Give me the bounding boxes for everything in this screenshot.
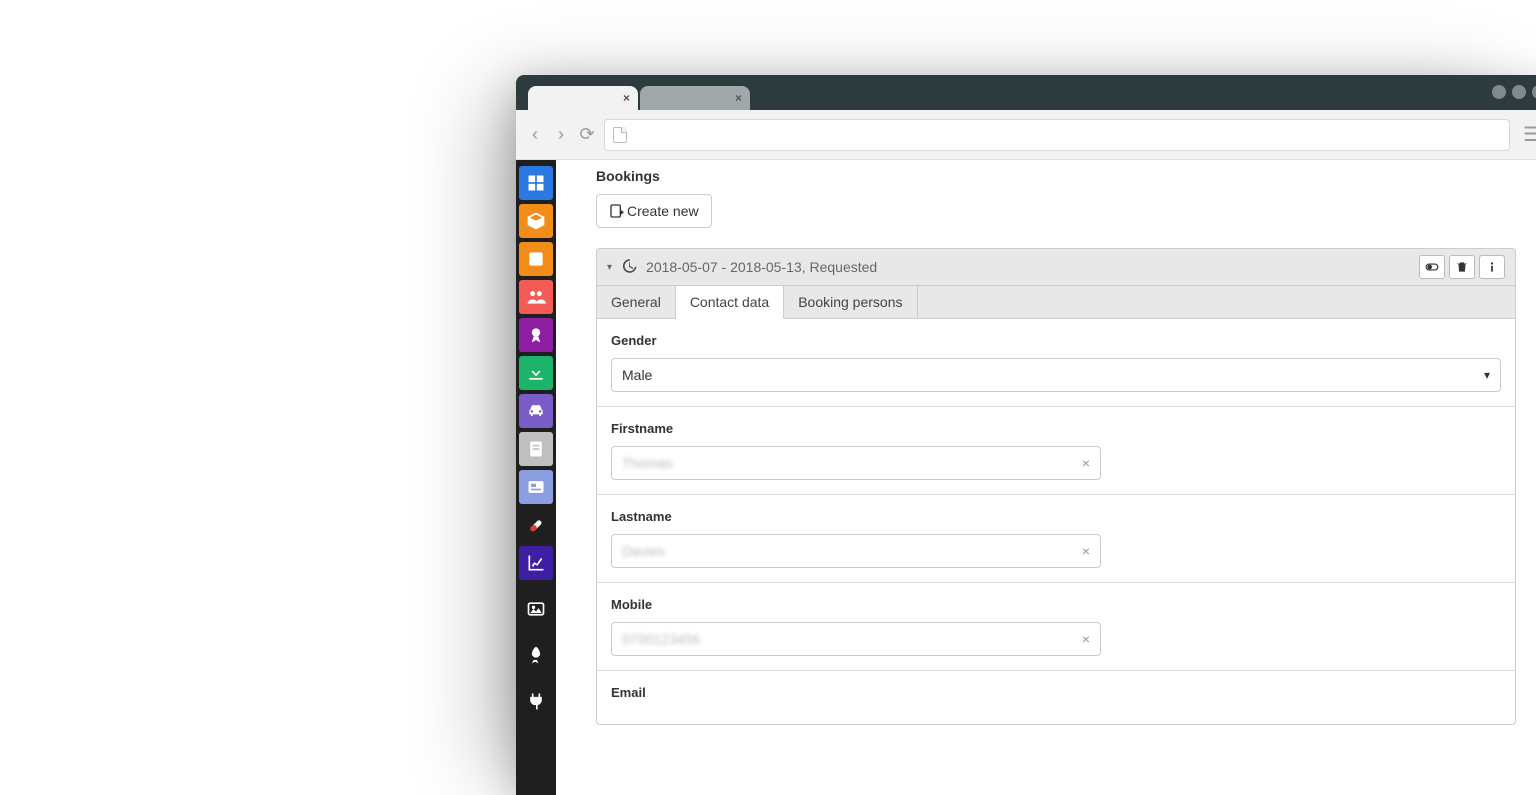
nav-forward-icon[interactable]: › xyxy=(552,124,570,145)
titlebar: × × xyxy=(516,75,1536,110)
form-lastname: Lastname × xyxy=(597,495,1515,583)
form-email: Email xyxy=(597,671,1515,724)
sidebar-item-awards[interactable] xyxy=(519,318,553,352)
mobile-input[interactable] xyxy=(622,631,1080,647)
gender-select[interactable]: Male ▾ xyxy=(611,358,1501,392)
clear-input-icon[interactable]: × xyxy=(1080,631,1092,647)
booking-panel: ▾ 2018-05-07 - 2018-05-13, Requested xyxy=(596,248,1516,725)
create-new-button[interactable]: Create new xyxy=(596,194,712,228)
main-content: Bookings Create new ▾ 2018-05-07 - 2018-… xyxy=(556,160,1536,795)
lastname-input[interactable] xyxy=(622,543,1080,559)
browser-window: × × ‹ › ⟳ ☰ xyxy=(516,75,1536,795)
sidebar-item-notes[interactable] xyxy=(519,432,553,466)
firstname-input-wrap: × xyxy=(611,446,1101,480)
sidebar-item-transport[interactable] xyxy=(519,394,553,428)
firstname-input[interactable] xyxy=(622,455,1080,471)
sidebar-item-analytics[interactable] xyxy=(519,546,553,580)
tab-booking-persons[interactable]: Booking persons xyxy=(784,286,917,318)
booking-panel-header[interactable]: ▾ 2018-05-07 - 2018-05-13, Requested xyxy=(597,249,1515,285)
sidebar-item-images[interactable] xyxy=(519,592,553,626)
nav-back-icon[interactable]: ‹ xyxy=(526,124,544,145)
sidebar-item-packages[interactable] xyxy=(519,204,553,238)
sidebar-item-dashboard[interactable] xyxy=(519,166,553,200)
sidebar-item-health[interactable] xyxy=(519,508,553,542)
address-input[interactable] xyxy=(604,119,1510,151)
window-dot[interactable] xyxy=(1492,85,1506,99)
browser-tab-active[interactable]: × xyxy=(528,86,638,110)
gender-value: Male xyxy=(622,367,652,383)
clear-input-icon[interactable]: × xyxy=(1080,455,1092,471)
grid-icon xyxy=(526,173,546,193)
sidebar-item-news[interactable] xyxy=(519,470,553,504)
firstname-label: Firstname xyxy=(611,421,1501,436)
tab-contact-data[interactable]: Contact data xyxy=(676,286,784,319)
panel-actions xyxy=(1419,255,1505,279)
form-firstname: Firstname × xyxy=(597,407,1515,495)
page: Bookings Create new ▾ 2018-05-07 - 2018-… xyxy=(516,160,1536,795)
form-mobile: Mobile × xyxy=(597,583,1515,671)
note-icon xyxy=(526,439,546,459)
window-dot[interactable] xyxy=(1512,85,1526,99)
create-new-label: Create new xyxy=(627,203,699,219)
delete-button[interactable] xyxy=(1449,255,1475,279)
window-dot[interactable] xyxy=(1532,85,1536,99)
create-icon xyxy=(609,203,625,219)
box-icon xyxy=(526,211,546,231)
history-clock-icon xyxy=(620,257,638,278)
nav-reload-icon[interactable]: ⟳ xyxy=(578,124,596,145)
sidebar-item-download[interactable] xyxy=(519,356,553,390)
trash-icon xyxy=(1455,260,1469,274)
news-icon xyxy=(526,477,546,497)
sidebar-item-launch[interactable] xyxy=(519,638,553,672)
window-controls xyxy=(1492,85,1536,99)
caret-down-icon: ▾ xyxy=(607,262,612,273)
booking-tabs: General Contact data Booking persons xyxy=(597,285,1515,319)
sidebar-item-map[interactable] xyxy=(519,242,553,276)
image-icon xyxy=(526,599,546,619)
compass-icon xyxy=(526,249,546,269)
clear-input-icon[interactable]: × xyxy=(1080,543,1092,559)
mobile-input-wrap: × xyxy=(611,622,1101,656)
sidebar-item-plugins[interactable] xyxy=(519,684,553,718)
chart-icon xyxy=(526,553,546,573)
info-button[interactable] xyxy=(1479,255,1505,279)
car-icon xyxy=(526,401,546,421)
form-gender: Gender Male ▾ xyxy=(597,319,1515,407)
medal-icon xyxy=(526,325,546,345)
rocket-icon xyxy=(526,645,546,665)
browser-tab-inactive[interactable]: × xyxy=(640,86,750,110)
people-icon xyxy=(526,287,546,307)
toggle-button[interactable] xyxy=(1419,255,1445,279)
tab-close-icon[interactable]: × xyxy=(623,91,630,105)
app-sidebar xyxy=(516,160,556,795)
browser-menu-icon[interactable]: ☰ xyxy=(1518,122,1536,147)
lastname-label: Lastname xyxy=(611,509,1501,524)
email-label: Email xyxy=(611,685,1501,700)
booking-header-text: 2018-05-07 - 2018-05-13, Requested xyxy=(646,259,877,275)
url-bar: ‹ › ⟳ ☰ xyxy=(516,110,1536,160)
plug-icon xyxy=(526,691,546,711)
section-title: Bookings xyxy=(596,160,1516,194)
lastname-input-wrap: × xyxy=(611,534,1101,568)
toggle-icon xyxy=(1425,260,1439,274)
download-icon xyxy=(526,363,546,383)
mobile-label: Mobile xyxy=(611,597,1501,612)
sidebar-item-people[interactable] xyxy=(519,280,553,314)
chevron-down-icon: ▾ xyxy=(1484,368,1490,382)
tab-general[interactable]: General xyxy=(597,286,676,318)
page-icon xyxy=(613,127,627,143)
tab-close-icon[interactable]: × xyxy=(735,91,742,105)
gender-label: Gender xyxy=(611,333,1501,348)
info-icon xyxy=(1485,260,1499,274)
pill-icon xyxy=(526,515,546,535)
